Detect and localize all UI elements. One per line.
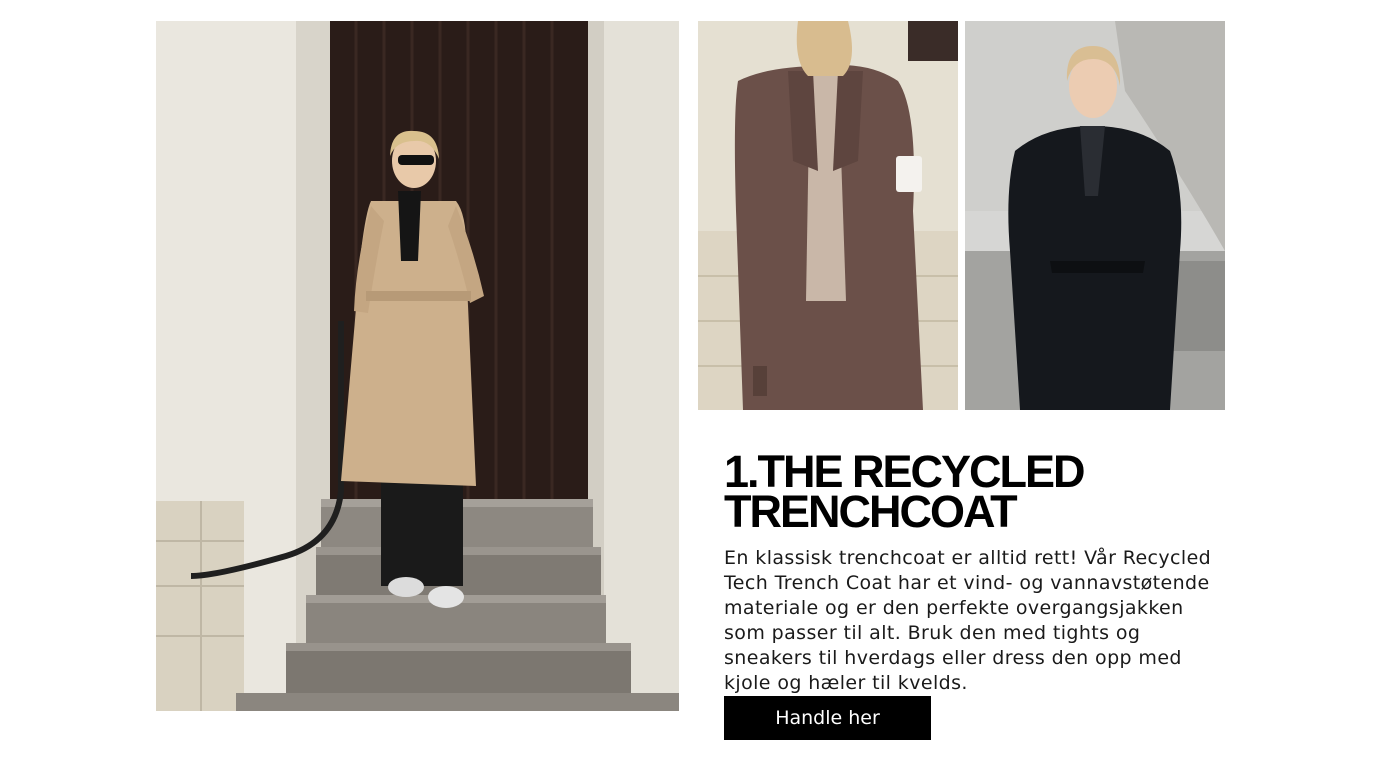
lifestyle-photo-beige-trenchcoat — [156, 21, 679, 711]
feature-headline: 1.THE RECYCLED TRENCHCOAT — [724, 449, 1244, 537]
lifestyle-photo-black-trenchcoat — [965, 21, 1225, 410]
feature-description: En klassisk trenchcoat er alltid rett! V… — [724, 547, 1212, 694]
black-trenchcoat-image — [965, 21, 1225, 410]
brown-trenchcoat-image — [698, 21, 958, 410]
beige-trenchcoat-image — [156, 21, 679, 711]
lifestyle-photo-brown-trenchcoat — [698, 21, 958, 410]
feature-headline-line-2: TRENCHCOAT — [724, 486, 1018, 537]
product-feature-section: 1.THE RECYCLED TRENCHCOAT En klassisk tr… — [724, 449, 1244, 696]
shop-here-button[interactable]: Handle her — [724, 696, 931, 740]
